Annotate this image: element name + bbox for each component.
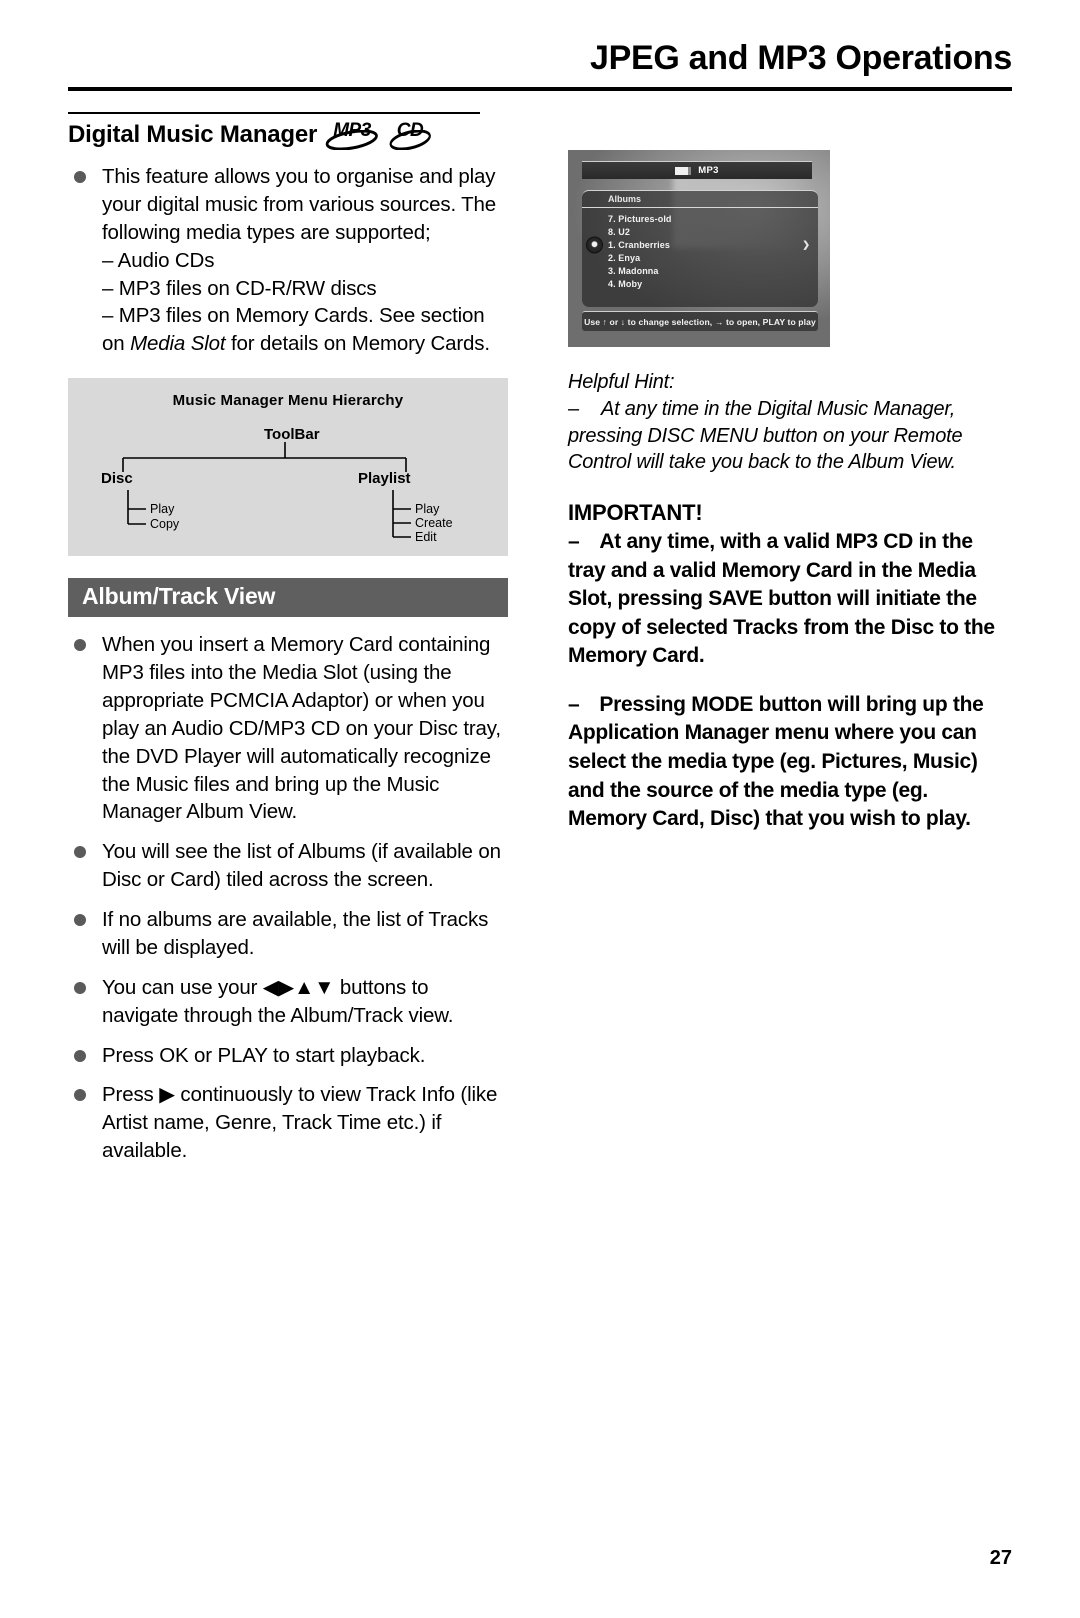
- page-header: JPEG and MP3 Operations: [68, 39, 1012, 92]
- list-item[interactable]: 4. Moby: [582, 277, 818, 290]
- list-item[interactable]: 8. U2: [582, 225, 818, 238]
- cd-badge-label: CD: [396, 120, 424, 141]
- helpful-hint-block: Helpful Hint: – At any time in the Digita…: [568, 369, 1012, 476]
- tv-status-text: Use ↑ or ↓ to change selection, → to ope…: [584, 316, 816, 327]
- mp3-badge-label: MP3: [333, 120, 371, 141]
- diagram-node-playlist: Playlist: [358, 470, 411, 488]
- important-text: Pressing MODE button will bring up the A…: [568, 692, 984, 831]
- helpful-hint-body: – At any time in the Digital Music Manage…: [568, 396, 1012, 476]
- diagram-leaf-playlist-play: Play: [415, 502, 440, 517]
- diagram-leaf-playlist-edit: Edit: [415, 530, 437, 545]
- section-heading: Digital Music Manager MP3 CD: [68, 120, 480, 150]
- important-dash: –: [568, 692, 580, 716]
- list-item: When you insert a Memory Card containing…: [68, 631, 510, 826]
- tv-panel-header: Albums: [582, 191, 818, 208]
- list-item: You will see the list of Albums (if avai…: [68, 838, 510, 894]
- tv-album-list: 7. Pictures-old 8. U2 1. Cranberries ❯ 2…: [582, 208, 818, 290]
- chevron-right-icon: ❯: [802, 239, 810, 249]
- mp3-disc-badge: MP3: [325, 120, 381, 150]
- left-column: Digital Music Manager MP3 CD This featur…: [68, 112, 510, 1177]
- intro-sub-line: – Audio CDs: [102, 248, 215, 272]
- important-dash: –: [568, 530, 580, 554]
- page-number: 27: [989, 1547, 1012, 1569]
- menu-hierarchy-diagram: Music Manager Menu Hierarchy ToolBar Dis…: [68, 378, 508, 557]
- diagram-leaf-disc-play: Play: [150, 502, 175, 517]
- intro-sub-line: – MP3 files on CD-R/RW discs: [102, 276, 377, 300]
- important-text: At any time, with a valid MP3 CD in the …: [568, 530, 995, 668]
- diagram-leaf-disc-copy: Copy: [150, 517, 180, 532]
- diagram-leaf-playlist-create: Create: [415, 516, 453, 531]
- tv-title-text: MP3: [698, 165, 719, 176]
- album-track-view-bar: Album/Track View: [68, 578, 508, 618]
- intro-sub-line-media-slot: – MP3 files on Memory Cards. See section…: [102, 302, 510, 358]
- cd-disc-badge: CD: [389, 120, 433, 150]
- list-item[interactable]: 7. Pictures-old: [582, 212, 818, 225]
- important-paragraph: – Pressing MODE button will bring up the …: [568, 691, 1012, 834]
- page-title: JPEG and MP3 Operations: [590, 39, 1012, 77]
- list-item-selected[interactable]: 1. Cranberries ❯: [582, 236, 818, 253]
- intro-bullet-list: This feature allows you to organise and …: [68, 163, 510, 358]
- list-item: This feature allows you to organise and …: [68, 163, 510, 358]
- list-item: Press ▶ continuously to view Track Info …: [68, 1081, 510, 1165]
- media-slot-reference: Media Slot: [130, 332, 226, 356]
- media-slot-suffix: for details on Memory Cards.: [225, 332, 490, 356]
- section-heading-block: Digital Music Manager MP3 CD: [68, 112, 480, 150]
- hint-text: At any time in the Digital Music Manager…: [568, 397, 963, 474]
- tv-screenshot-image: MP3 Albums 7. Pictures-old 8. U2 1. Cran…: [568, 150, 830, 347]
- helpful-hint-label: Helpful Hint:: [568, 371, 675, 393]
- album-track-bullet-list: When you insert a Memory Card containing…: [68, 631, 510, 1165]
- hint-dash: –: [568, 397, 579, 420]
- right-column: MP3 Albums 7. Pictures-old 8. U2 1. Cran…: [568, 150, 1012, 834]
- diagram-node-disc: Disc: [101, 470, 133, 488]
- tv-album-panel: Albums 7. Pictures-old 8. U2 1. Cranberr…: [582, 190, 818, 307]
- tv-title-bar: MP3: [582, 161, 812, 179]
- list-item-label: 1. Cranberries: [608, 239, 670, 250]
- memory-card-icon: [675, 166, 692, 175]
- intro-bullet-main: This feature allows you to organise and …: [102, 165, 497, 244]
- list-item: Press OK or PLAY to start playback.: [68, 1042, 510, 1070]
- list-item[interactable]: 3. Madonna: [582, 264, 818, 277]
- list-item[interactable]: 2. Enya: [582, 251, 818, 264]
- list-item: You can use your ◀▶▲▼ buttons to navigat…: [68, 974, 510, 1030]
- section-title-text: Digital Music Manager: [68, 120, 318, 148]
- important-paragraph: – At any time, with a valid MP3 CD in the…: [568, 528, 1012, 671]
- important-title: IMPORTANT!: [568, 500, 703, 526]
- header-divider: [68, 87, 1012, 92]
- tv-status-bar: Use ↑ or ↓ to change selection, → to ope…: [582, 311, 818, 331]
- diagram-node-toolbar: ToolBar: [264, 426, 320, 444]
- list-item: If no albums are available, the list of …: [68, 906, 510, 962]
